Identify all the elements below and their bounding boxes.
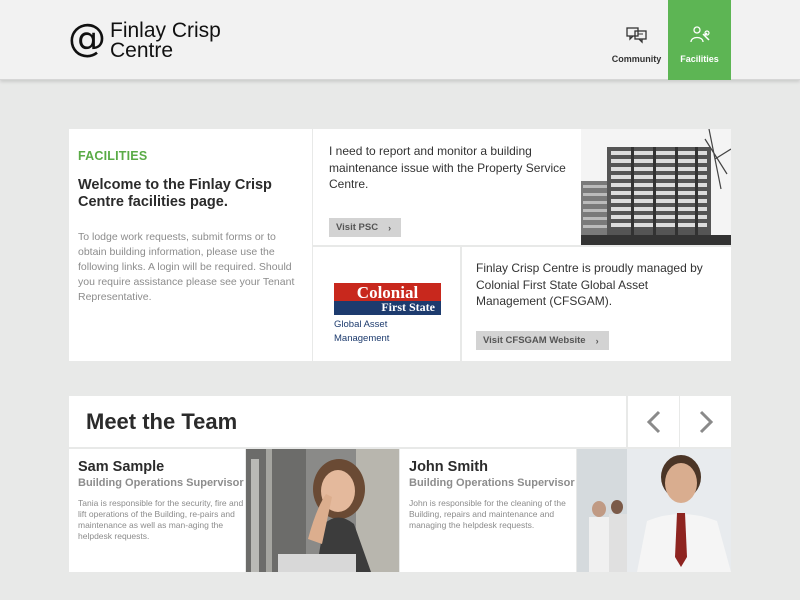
- cfs-logo-colonial: Colonial: [334, 283, 441, 301]
- logo-line-2: Centre: [110, 39, 174, 62]
- cfs-logo: Colonial First State Global Asset Manage…: [334, 283, 441, 346]
- team-member-name: John Smith: [409, 459, 488, 475]
- psc-description: I need to report and monitor a building …: [329, 144, 566, 191]
- person-wrench-icon: [689, 26, 710, 43]
- visit-cfsgam-label: Visit CFSGAM Website: [483, 335, 586, 346]
- team-title: Meet the Team: [86, 409, 238, 434]
- chevron-left-icon: [646, 410, 660, 433]
- chevron-right-icon: ›: [388, 222, 392, 233]
- cfs-logo-gam: Global Asset Management: [334, 319, 390, 344]
- team-member-role: Building Operations Supervisor: [78, 477, 244, 489]
- visit-psc-label: Visit PSC: [336, 222, 379, 233]
- building-photo: [581, 129, 731, 245]
- logo-text: Finlay Crisp Centre: [110, 18, 221, 61]
- team-member-bio: John is responsible for the cleaning of …: [409, 498, 566, 530]
- main-nav: Community Facilities: [605, 0, 731, 80]
- team-member-bio: Tania is responsible for the security, f…: [78, 498, 244, 541]
- visit-cfsgam-button[interactable]: Visit CFSGAM Website ›: [476, 331, 609, 350]
- site-logo[interactable]: @ Finlay Crisp Centre: [68, 18, 221, 62]
- visit-psc-button[interactable]: Visit PSC ›: [329, 218, 402, 237]
- team-member-card: Sam Sample Building Operations Superviso…: [69, 449, 245, 572]
- section-eyebrow: FACILITIES: [78, 149, 148, 163]
- team-member-text: John Smith Building Operations Superviso…: [400, 449, 576, 531]
- nav-label-facilities: Facilities: [680, 54, 719, 64]
- cfs-panel: Finlay Crisp Centre is proudly managed b…: [462, 247, 731, 361]
- team-member-name: Sam Sample: [78, 459, 165, 475]
- cfs-description: Finlay Crisp Centre is proudly managed b…: [476, 261, 703, 308]
- intro-text: To lodge work requests, submit forms or …: [78, 231, 295, 303]
- team-member-photo: [246, 449, 399, 572]
- team-header: Meet the Team: [69, 396, 626, 447]
- psc-panel: I need to report and monitor a building …: [313, 129, 731, 245]
- carousel-next-button[interactable]: [680, 396, 731, 447]
- cfs-logo-first-state: First State: [334, 301, 441, 315]
- team-member-text: Sam Sample Building Operations Superviso…: [69, 449, 245, 542]
- chevron-right-icon: ›: [595, 335, 599, 346]
- nav-item-facilities[interactable]: Facilities: [668, 0, 731, 80]
- cfs-logo-panel: Colonial First State Global Asset Manage…: [313, 247, 460, 361]
- team-member-photo: [577, 449, 731, 572]
- page-title: Welcome to the Finlay Crisp Centre facil…: [78, 177, 272, 210]
- nav-label-community: Community: [611, 54, 662, 64]
- logo-at-symbol: @: [68, 16, 106, 60]
- logo-line-1: Finlay Crisp: [110, 19, 221, 42]
- site-header: @ Finlay Crisp Centre Community Faciliti…: [0, 0, 800, 80]
- chat-bubbles-icon: [625, 27, 647, 44]
- team-member-card: John Smith Building Operations Superviso…: [400, 449, 576, 572]
- chevron-right-icon: [699, 410, 713, 433]
- team-member-role: Building Operations Supervisor: [409, 477, 575, 489]
- carousel-prev-button[interactable]: [628, 396, 679, 447]
- nav-item-community[interactable]: Community: [605, 0, 668, 80]
- facilities-intro-panel: FACILITIES Welcome to the Finlay Crisp C…: [69, 129, 312, 361]
